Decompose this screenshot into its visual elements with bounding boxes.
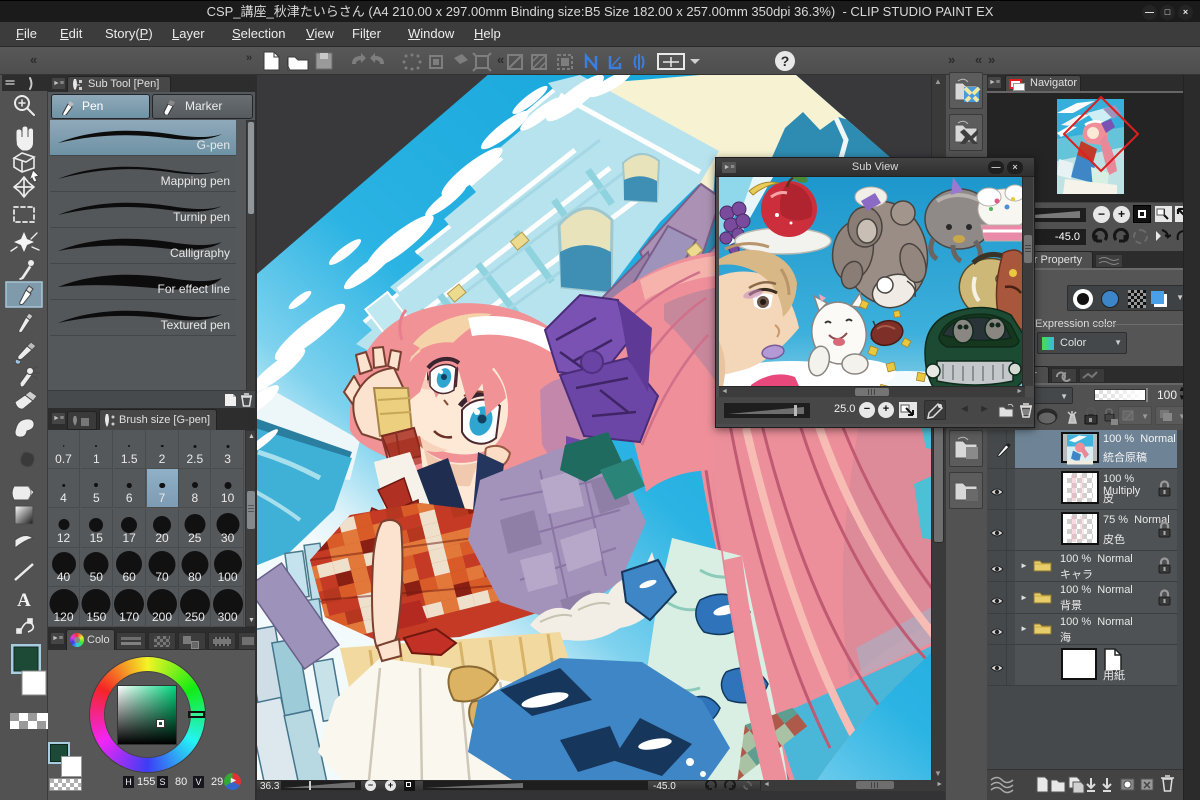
svg-text:?: ? xyxy=(781,53,790,69)
svg-text:A: A xyxy=(17,590,31,611)
